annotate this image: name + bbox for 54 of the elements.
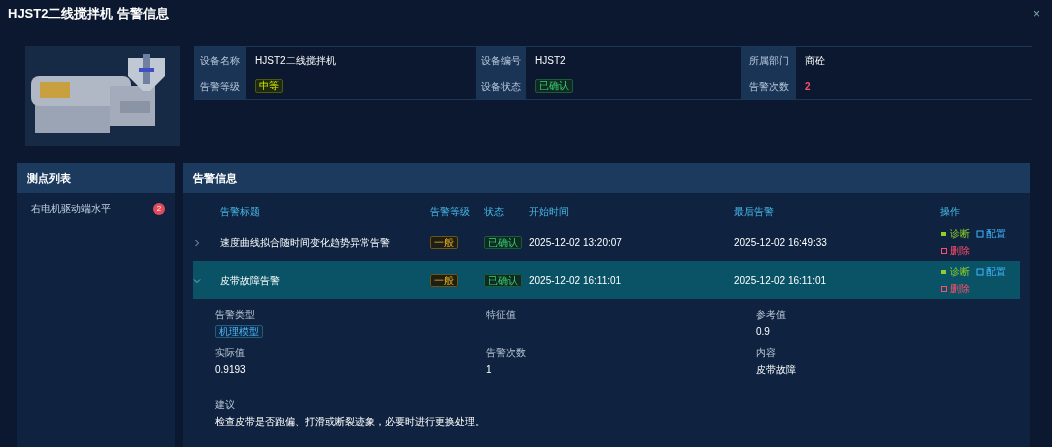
chevron-right-icon[interactable] (193, 238, 201, 247)
field-value: 1 (486, 364, 492, 375)
level-tag: 一般 (430, 273, 458, 287)
table-cell-text: 2025-12-02 13:20:07 (529, 235, 623, 250)
field-value: 2 (805, 79, 811, 94)
alert-title: 速度曲线拟合随时间变化趋势异常告警 (220, 235, 391, 250)
column-header: 最后告警 (734, 204, 775, 219)
field-label: 建议 (215, 398, 236, 412)
window-title: HJST2二线搅拌机 告警信息 (8, 6, 170, 22)
action-link[interactable]: 删除 (940, 243, 970, 258)
chevron-down-icon[interactable] (193, 276, 201, 285)
status-tag: 已确认 (535, 79, 573, 93)
field-label: 告警次数 (486, 346, 527, 360)
action-link[interactable]: 诊断 (940, 264, 970, 279)
column-header: 告警标题 (220, 204, 261, 219)
panel-header: 测点列表 (17, 163, 175, 193)
field-label: 内容 (756, 346, 777, 360)
field-label: 告警等级 (194, 73, 246, 99)
column-header: 状态 (484, 204, 505, 219)
close-button[interactable]: × (1029, 5, 1044, 23)
action-link[interactable]: 配置 (976, 226, 1006, 241)
table-cell-text: 2025-12-02 16:11:01 (529, 273, 623, 288)
field-label: 特征值 (486, 308, 517, 322)
level-tag: 一般 (430, 235, 458, 249)
field-label: 参考值 (756, 308, 787, 322)
field-value: 0.9 (756, 326, 770, 337)
table-cell-text: 2025-12-02 16:11:01 (734, 273, 828, 288)
field-value: 商砼 (805, 53, 825, 68)
field-label: 告警类型 (215, 308, 256, 322)
field-label: 实际值 (215, 346, 246, 360)
field-label: 设备编号 (476, 47, 526, 73)
level-tag: 中等 (255, 79, 283, 93)
column-header: 开始时间 (529, 204, 570, 219)
suggestion-text: 检查皮带是否跑偏、打滑或断裂迹象，必要时进行更换处理。 (215, 415, 486, 429)
action-link[interactable]: 诊断 (940, 226, 970, 241)
column-header: 操作 (940, 204, 961, 219)
table-cell-text: 2025-12-02 16:49:33 (734, 235, 828, 250)
field-value: 皮带故障 (756, 364, 796, 375)
column-header: 告警等级 (430, 204, 471, 219)
field-label: 设备名称 (194, 47, 246, 73)
panel-header: 告警信息 (183, 163, 1030, 193)
action-link[interactable]: 配置 (976, 264, 1006, 279)
status-tag: 已确认 (484, 235, 522, 249)
type-tag: 机理模型 (215, 325, 263, 338)
field-label: 设备状态 (476, 73, 526, 99)
field-value: HJST2二线搅拌机 (255, 53, 336, 68)
field-value: 0.9193 (215, 364, 246, 375)
count-badge: 2 (153, 202, 165, 215)
field-value: HJST2 (535, 53, 566, 68)
field-label: 告警次数 (741, 73, 796, 99)
status-tag: 已确认 (484, 273, 522, 287)
list-item[interactable]: 右电机驱动端水平 (31, 201, 111, 216)
field-label: 所属部门 (741, 47, 796, 73)
alert-title: 皮带故障告警 (220, 273, 281, 288)
